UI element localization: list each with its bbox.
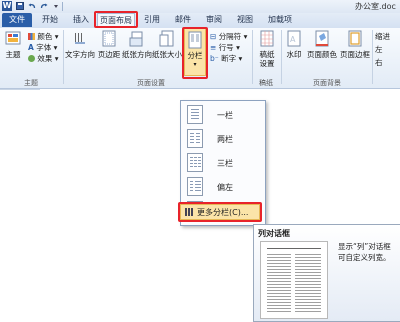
title-divider	[62, 2, 63, 11]
tooltip-description: 显示“列”对话框可自定义列宽。	[338, 242, 391, 262]
redo-icon[interactable]	[40, 2, 48, 10]
size-button[interactable]: 纸张大小	[152, 30, 182, 59]
more-columns-tooltip: 列对话框 显示“列”对话框可自定义列宽。	[253, 224, 400, 322]
page-color-button[interactable]: 页面颜色	[306, 30, 338, 59]
highlight-page-layout-tab	[94, 11, 138, 28]
page-borders-label: 页面边框	[340, 50, 370, 59]
size-label: 纸张大小	[152, 50, 182, 59]
manuscript-label-line1: 稿纸	[259, 50, 275, 59]
undo-icon[interactable]	[28, 2, 36, 10]
tab-view[interactable]: 视图	[232, 13, 258, 27]
manuscript-label-line2: 设置	[259, 59, 275, 68]
themes-icon	[5, 31, 21, 45]
page-borders-button[interactable]: 页面边框	[339, 30, 371, 59]
margins-button[interactable]: 页边距	[96, 30, 122, 59]
effects-label: 效果	[37, 54, 53, 63]
manuscript-settings-button[interactable]: 稿纸 设置	[254, 30, 280, 68]
hyphenation-button[interactable]: b⁻ 断字 ▾	[210, 54, 242, 63]
page-color-label: 页面颜色	[307, 50, 337, 59]
watermark-button[interactable]: A 水印	[283, 30, 305, 59]
manuscript-group-label: 稿纸	[259, 79, 273, 87]
indent-label: 缩进	[375, 32, 390, 41]
group-separator	[252, 30, 253, 84]
colors-label: 颜色	[37, 32, 53, 41]
line-numbers-label: 行号	[218, 43, 234, 52]
margins-label: 页边距	[97, 50, 121, 59]
effects-icon	[28, 55, 35, 62]
tab-mailings[interactable]: 邮件	[170, 13, 196, 27]
watermark-icon: A	[287, 30, 301, 47]
watermark-label: 水印	[286, 50, 302, 59]
fonts-button[interactable]: A 字体 ▾	[28, 43, 57, 52]
margins-icon	[102, 30, 116, 47]
manuscript-icon	[260, 30, 274, 47]
tooltip-title: 列对话框	[258, 229, 290, 238]
hyphenation-icon: b⁻	[210, 54, 219, 63]
document-title: 办公室.doc	[355, 2, 396, 11]
columns-option-label: 一栏	[217, 111, 233, 120]
tab-review[interactable]: 审阅	[201, 13, 227, 27]
left-column-icon	[187, 177, 203, 196]
one-column-icon	[187, 105, 203, 124]
orientation-label: 纸张方向	[122, 50, 152, 59]
customize-icon[interactable]	[52, 2, 60, 10]
ruler-line	[0, 89, 40, 90]
fonts-icon: A	[28, 43, 34, 52]
page-borders-icon	[348, 30, 362, 47]
indent-right-label: 右	[375, 58, 383, 67]
themes-label: 主题	[5, 50, 21, 59]
tab-addins[interactable]: 加载项	[263, 13, 297, 27]
columns-dialog-preview-image	[260, 241, 328, 319]
effects-button[interactable]: 效果 ▾	[28, 54, 59, 63]
breaks-button[interactable]: ⊟ 分隔符 ▾	[210, 32, 247, 41]
title-bar: W 办公室.doc	[0, 0, 400, 13]
orientation-icon	[129, 31, 143, 47]
columns-option-label: 两栏	[217, 135, 233, 144]
highlight-more-columns	[178, 202, 262, 222]
page-background-group-label: 页面背景	[313, 79, 341, 87]
columns-option-label: 偏左	[217, 183, 233, 192]
tab-references[interactable]: 引用	[139, 13, 165, 27]
svg-text:A: A	[290, 35, 296, 44]
colors-icon	[28, 33, 35, 40]
group-separator	[372, 30, 373, 84]
colors-button[interactable]: 颜色 ▾	[28, 32, 59, 41]
page-size-icon	[159, 30, 174, 47]
save-icon[interactable]	[16, 2, 24, 10]
text-direction-button[interactable]: ||| 文字方向	[65, 30, 95, 59]
indent-left-label: 左	[375, 45, 383, 54]
line-numbers-icon: ≡	[210, 43, 217, 52]
group-separator	[63, 30, 64, 84]
breaks-label: 分隔符	[218, 32, 242, 41]
theme-group-label: 主题	[24, 79, 38, 87]
three-columns-icon	[187, 153, 203, 172]
orientation-button[interactable]: 纸张方向	[122, 30, 152, 59]
text-direction-label: 文字方向	[65, 50, 95, 59]
tab-home[interactable]: 开始	[36, 13, 64, 27]
breaks-icon: ⊟	[210, 32, 217, 41]
page-color-icon	[315, 30, 329, 47]
text-direction-icon: |||	[74, 33, 85, 44]
tab-file[interactable]: 文件	[2, 13, 32, 27]
tab-insert[interactable]: 插入	[68, 13, 94, 27]
fonts-label: 字体	[36, 43, 52, 52]
group-separator	[281, 30, 282, 84]
word-logo-icon: W	[2, 1, 12, 11]
page-setup-group-label: 页面设置	[137, 79, 165, 87]
themes-button[interactable]: 主题	[2, 30, 24, 59]
line-numbers-button[interactable]: ≡ 行号 ▾	[210, 43, 240, 52]
two-columns-icon	[187, 129, 203, 148]
columns-option-label: 三栏	[217, 159, 233, 168]
hyphenation-label: 断字	[221, 54, 237, 63]
highlight-columns-button	[182, 27, 208, 79]
svg-text:|||: |||	[74, 33, 83, 43]
